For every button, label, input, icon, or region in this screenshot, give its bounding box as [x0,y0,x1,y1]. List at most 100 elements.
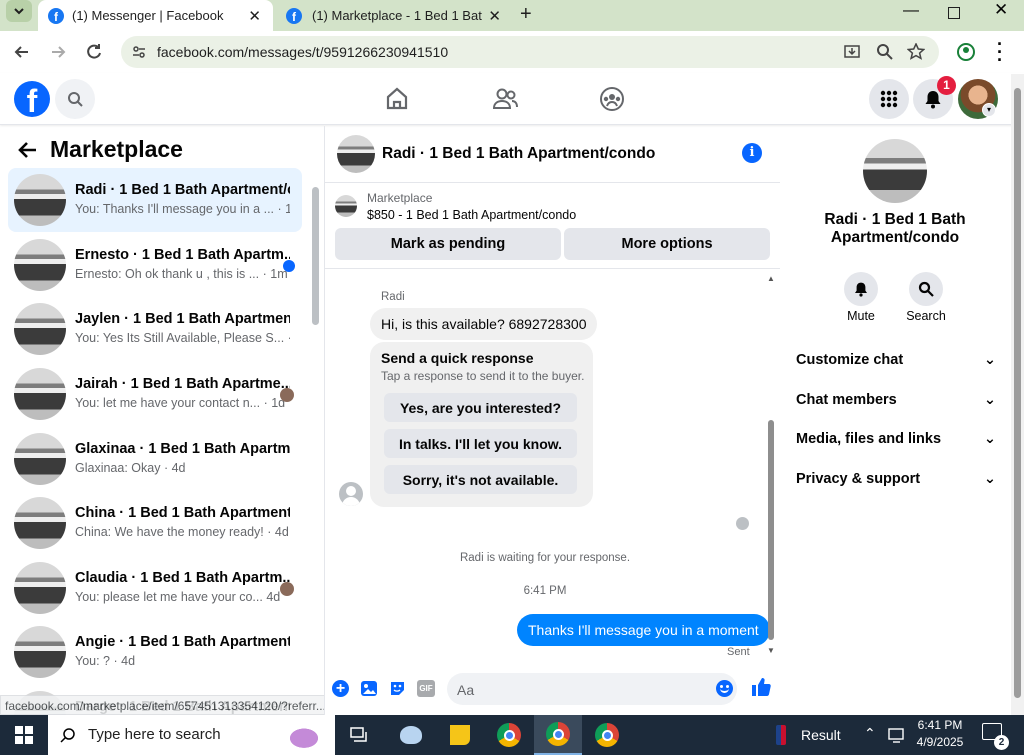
conversation-item[interactable]: Claudia · 1 Bed 1 Bath Apartm... You: ple… [8,556,302,620]
sender-avatar[interactable] [339,482,363,506]
conversation-item[interactable]: Jaylen · 1 Bed 1 Bath Apartment/... You: … [8,297,302,361]
mute-button[interactable]: Mute [840,272,882,323]
clock-time[interactable]: 6:41 PM [912,718,968,732]
conversation-preview-text: You: Yes Its Still Available, Please S..… [75,331,285,345]
status-url-bar: facebook.com/marketplace/item/6574513133… [0,695,324,715]
tab-search-button[interactable] [6,0,32,22]
section-label: Media, files and links [796,431,942,447]
list-scrollbar[interactable] [311,171,320,711]
page-scrollbar[interactable] [1011,74,1024,715]
search-icon [918,281,934,297]
sticker-icon[interactable] [389,680,406,697]
install-app-icon[interactable] [843,43,861,61]
info-listing-photo[interactable] [863,139,927,203]
listing-thumbnail[interactable] [335,195,357,217]
taskbar-search-box[interactable]: Type here to search [48,715,335,755]
conversation-item[interactable]: Angie · 1 Bed 1 Bath Apartment/... You: ?… [8,620,302,684]
close-tab-icon[interactable]: ✕ [488,7,501,25]
tab-title: (1) Marketplace - 1 Bed 1 Bath [312,8,482,23]
menu-button[interactable] [869,79,909,119]
start-button[interactable] [0,715,48,755]
customize-chat-section[interactable]: Customize chat ⌄ [796,352,996,368]
page-scrollbar-thumb[interactable] [1014,88,1021,698]
listing-thumbnail [14,303,66,355]
list-scrollbar-thumb[interactable] [312,187,319,325]
add-more-icon[interactable]: + [332,680,349,697]
emoji-icon[interactable] [716,680,733,697]
chat-members-section[interactable]: Chat members ⌄ [796,392,996,408]
close-tab-icon[interactable]: ✕ [248,7,261,25]
quick-reply-in-talks[interactable]: In talks. I'll let you know. [384,429,577,458]
browser-menu-icon[interactable]: · · · [997,35,1003,69]
tab-messenger[interactable]: f (1) Messenger | Facebook ✕ [38,0,273,31]
message-input[interactable]: Aa [447,673,737,705]
address-bar[interactable]: facebook.com/messages/t/9591266230941510 [121,36,939,68]
reload-icon[interactable] [84,42,104,62]
chat-scrollbar[interactable]: ▲ ▼ [765,274,777,659]
notification-badge: 1 [937,76,956,95]
chat-listing-thumbnail[interactable] [337,135,375,173]
zoom-icon[interactable] [876,43,894,61]
forward-arrow-icon[interactable] [48,42,68,62]
mark-pending-button[interactable]: Mark as pending [335,228,561,260]
section-label: Chat members [796,392,897,408]
task-view-button[interactable] [336,715,384,755]
back-arrow-icon[interactable] [12,42,32,62]
conversation-item[interactable]: Glaxinaa · 1 Bed 1 Bath Apartme... Glaxin… [8,427,302,491]
search-in-chat-button[interactable]: Search [903,272,949,323]
quick-reply-not-available[interactable]: Sorry, it's not available. [384,465,577,494]
back-arrow-icon[interactable] [17,139,39,161]
search-button[interactable] [55,79,95,119]
facebook-logo[interactable]: f [14,81,50,117]
close-window-button[interactable]: ✕ [994,0,1008,20]
site-info-icon[interactable] [131,44,147,60]
restore-button[interactable] [948,7,960,19]
chat-scroll-up[interactable]: ▲ [767,274,775,283]
network-icon[interactable] [888,727,906,743]
conversation-item[interactable]: Radi · 1 Bed 1 Bath Apartment/c... You: T… [8,168,302,232]
result-label[interactable]: Result [801,727,841,743]
taskbar-app-sticky-notes[interactable] [436,715,484,755]
friends-icon[interactable] [491,86,519,112]
clock-date[interactable]: 4/9/2025 [912,735,968,749]
taskbar-chrome-2[interactable] [534,715,582,755]
bookmark-star-icon[interactable] [907,43,925,61]
more-options-button[interactable]: More options [564,228,770,260]
facebook-header: f 1 ▾ [0,73,1024,125]
conversation-item[interactable]: Ernesto · 1 Bed 1 Bath Apartm... Ernesto:… [8,233,302,297]
listing-thumbnail [14,368,66,420]
minimize-button[interactable]: — [903,2,919,20]
account-chevron-icon[interactable]: ▾ [982,103,996,117]
info-button[interactable]: i [742,143,762,163]
quick-reply-yes[interactable]: Yes, are you interested? [384,393,577,422]
chat-scrollbar-thumb[interactable] [768,420,774,640]
search-icon [60,728,75,743]
incoming-message-bubble[interactable]: Hi, is this available? 6892728300 [370,308,598,340]
privacy-support-section[interactable]: Privacy & support ⌄ [796,471,996,487]
home-icon[interactable] [384,86,410,112]
groups-icon[interactable] [599,86,625,112]
nba-icon[interactable] [776,725,786,745]
taskbar-chrome-3[interactable] [583,715,631,755]
photo-icon[interactable] [360,680,378,697]
thumbs-up-icon[interactable] [751,677,771,697]
tab-marketplace[interactable]: f (1) Marketplace - 1 Bed 1 Bath ✕ [278,0,513,31]
listing-description[interactable]: $850 - 1 Bed 1 Bath Apartment/condo [367,208,576,222]
new-tab-button[interactable]: + [520,3,532,26]
gif-icon[interactable]: GIF [417,680,435,697]
chat-scroll-down[interactable]: ▼ [767,646,775,655]
outgoing-message-bubble[interactable]: Thanks I'll message you in a moment [517,614,770,646]
profile-icon[interactable] [956,42,976,62]
snipping-tool-icon [400,726,422,744]
conversation-item[interactable]: Jairah · 1 Bed 1 Bath Apartme... You: let… [8,362,302,426]
chat-title[interactable]: Radi · 1 Bed 1 Bath Apartment/condo [382,145,655,163]
conversation-item[interactable]: China · 1 Bed 1 Bath Apartment/... China:… [8,491,302,555]
conversation-name: Radi · 1 Bed 1 Bath Apartment/c... [75,182,290,198]
show-hidden-icons[interactable]: ⌃ [864,725,876,742]
chat-header: Radi · 1 Bed 1 Bath Apartment/condo i [325,126,780,183]
taskbar-chrome-1[interactable] [485,715,533,755]
composer-bar: + GIF Aa [325,669,780,715]
taskbar-app-snipping[interactable] [387,715,435,755]
conversation-name: China · 1 Bed 1 Bath Apartment/... [75,505,290,521]
media-files-links-section[interactable]: Media, files and links ⌄ [796,431,996,447]
